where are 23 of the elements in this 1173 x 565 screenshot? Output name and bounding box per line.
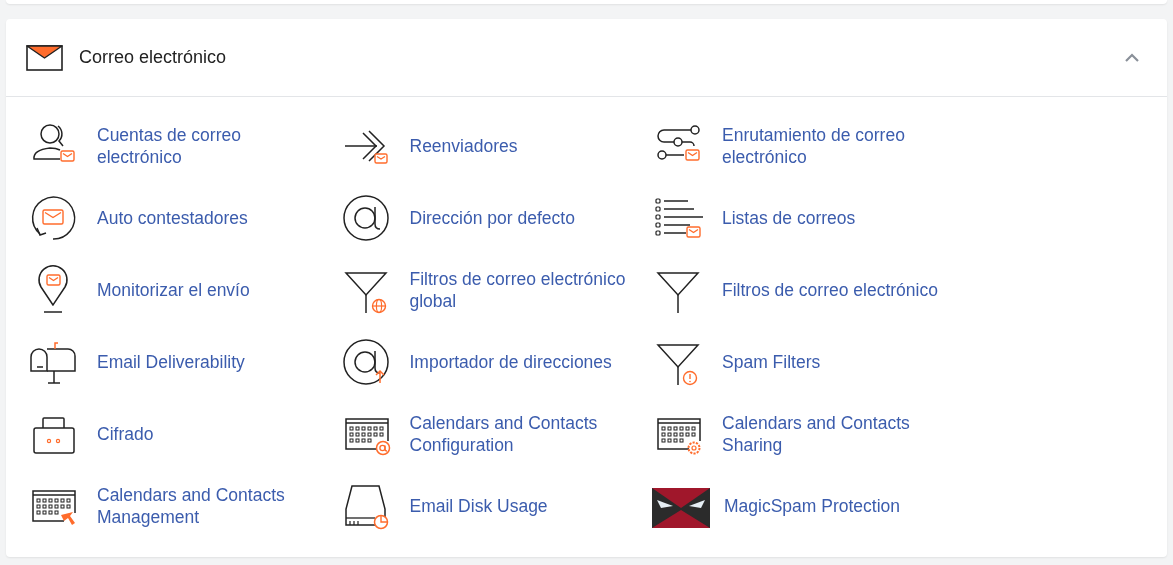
tool-link[interactable]: Monitorizar el envío xyxy=(97,279,329,301)
tool-link[interactable]: Filtros de correo electrónico xyxy=(722,279,954,301)
tool-link[interactable]: MagicSpam Protection xyxy=(724,495,956,517)
tool-link[interactable]: Listas de correos xyxy=(722,207,954,229)
tool-link[interactable]: Enrutamiento de correo electrónico xyxy=(722,124,954,168)
at-upload-icon xyxy=(340,337,391,387)
tool-link[interactable]: Dirección por defecto xyxy=(409,207,642,229)
tool-link[interactable]: Filtros de correo electrónico global xyxy=(409,268,642,312)
tool-link[interactable]: Email Deliverability xyxy=(97,351,329,373)
tool-link[interactable]: Email Disk Usage xyxy=(409,495,642,517)
tool-link[interactable]: Cifrado xyxy=(97,423,329,445)
at-icon xyxy=(340,193,391,243)
tool-link[interactable]: Spam Filters xyxy=(722,351,954,373)
section-title: Correo electrónico xyxy=(79,47,228,68)
tool-link[interactable]: Calendars and Contacts Configuration xyxy=(409,412,642,456)
tool-link[interactable]: Calendars and Contacts Management xyxy=(97,484,329,528)
tool-link[interactable]: Reenviadores xyxy=(409,135,642,157)
tool-link[interactable]: Cuentas de correo electrónico xyxy=(97,124,329,168)
tool-link[interactable]: Importador de direcciones xyxy=(409,351,642,373)
caret-icon xyxy=(1124,52,1140,63)
tool-link[interactable]: Auto contestadores xyxy=(97,207,329,229)
tool-link[interactable]: Calendars and Contacts Sharing xyxy=(722,412,954,456)
envelope-icon xyxy=(26,44,63,71)
